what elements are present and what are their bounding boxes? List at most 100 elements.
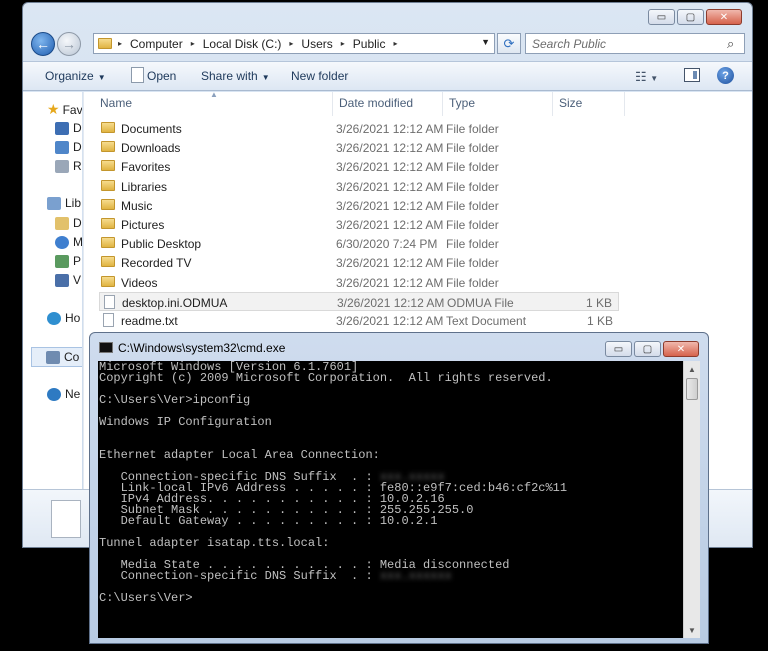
breadcrumb-separator[interactable]: ▸ — [191, 39, 195, 48]
file-icon — [103, 313, 114, 327]
nav-label: D — [73, 140, 82, 154]
refresh-button[interactable]: ⟳ — [497, 33, 521, 54]
file-date: 3/26/2021 12:12 AM — [336, 198, 444, 213]
breadcrumb-public[interactable]: Public — [353, 37, 386, 51]
address-bar[interactable]: ▸ Computer ▸ Local Disk (C:) ▸ Users ▸ P… — [93, 33, 495, 54]
file-date: 3/26/2021 12:12 AM — [336, 141, 444, 156]
file-type: File folder — [446, 256, 499, 271]
nav-downloads[interactable]: D — [55, 140, 82, 154]
close-button[interactable]: ✕ — [663, 341, 699, 357]
nav-homegroup[interactable]: Ho — [47, 311, 80, 325]
table-row[interactable]: Pictures 3/26/2021 12:12 AM File folder — [99, 215, 619, 234]
file-date: 3/26/2021 12:12 AM — [336, 256, 444, 271]
minimize-button[interactable]: ▭ — [648, 9, 675, 25]
nav-label: D — [73, 121, 82, 135]
search-icon[interactable]: ⌕ — [727, 36, 738, 52]
table-row[interactable]: Videos 3/26/2021 12:12 AM File folder — [99, 273, 619, 292]
folder-icon — [101, 122, 115, 133]
search-input[interactable]: Search Public — [525, 33, 745, 54]
open-button[interactable]: Open — [147, 69, 176, 83]
console-line: C:\Users\Ver>ipconfig — [99, 394, 685, 406]
console-line: C:\Users\Ver> — [99, 591, 685, 605]
cmd-titlebar[interactable]: C:\Windows\system32\cmd.exe ▭ ▢ ✕ — [90, 333, 708, 361]
chevron-down-icon: ▼ — [97, 73, 106, 82]
breadcrumb-separator[interactable]: ▸ — [118, 39, 122, 48]
table-row[interactable]: Recorded TV 3/26/2021 12:12 AM File folder — [99, 253, 619, 272]
scrollbar-thumb[interactable] — [686, 378, 698, 400]
nav-network[interactable]: Ne — [47, 387, 80, 401]
breadcrumb-separator[interactable]: ▸ — [341, 39, 345, 48]
nav-desktop[interactable]: D — [55, 121, 82, 135]
file-type: File folder — [446, 122, 499, 136]
organize-button[interactable]: Organize ▼ — [45, 69, 106, 83]
redacted-text: xxx.xxxxx — [379, 470, 445, 484]
scroll-down-icon[interactable]: ▼ — [684, 622, 700, 638]
nav-computer[interactable]: Co — [31, 347, 82, 367]
breadcrumb-separator[interactable]: ▸ — [289, 39, 293, 48]
breadcrumb-computer[interactable]: Computer — [130, 37, 183, 51]
desktop-icon — [55, 121, 69, 135]
column-header-size[interactable]: Size — [553, 92, 625, 116]
nav-libraries[interactable]: Lib — [47, 196, 81, 210]
file-name: Documents — [121, 122, 182, 136]
console-line: Copyright (c) 2009 Microsoft Corporation… — [99, 372, 685, 384]
breadcrumb-local-disk[interactable]: Local Disk (C:) — [203, 37, 282, 51]
table-row[interactable]: Documents 3/26/2021 12:12 AM File folder — [99, 119, 619, 138]
folder-icon — [101, 237, 115, 249]
table-row[interactable]: Downloads 3/26/2021 12:12 AM File folder — [99, 138, 619, 157]
nav-music[interactable]: M — [55, 235, 82, 249]
share-with-button[interactable]: Share with ▼ — [201, 69, 270, 83]
maximize-button[interactable]: ▢ — [634, 341, 661, 357]
cmd-caption-buttons: ▭ ▢ ✕ — [605, 341, 699, 357]
file-type: File folder — [446, 141, 499, 156]
table-row[interactable]: Favorites 3/26/2021 12:12 AM File folder — [99, 157, 619, 176]
nav-pictures[interactable]: P — [55, 254, 81, 268]
column-header-type[interactable]: Type — [443, 92, 553, 116]
table-row[interactable]: Public Desktop 6/30/2020 7:24 PM File fold… — [99, 234, 619, 253]
scroll-up-icon[interactable]: ▲ — [684, 361, 700, 377]
file-name: readme.txt — [121, 314, 178, 328]
breadcrumb-separator[interactable]: ▸ — [393, 39, 397, 48]
breadcrumb-users[interactable]: Users — [301, 37, 332, 51]
column-header-name[interactable]: Name — [94, 92, 333, 116]
console-text: C:\Users\Ver> — [99, 591, 193, 605]
preview-pane-button[interactable] — [684, 68, 700, 82]
console-output[interactable]: Microsoft Windows [Version 6.1.7601] Copy… — [98, 361, 685, 638]
folder-icon — [101, 218, 115, 229]
downloads-icon — [55, 140, 69, 154]
change-view-button[interactable]: ☷ ▼ — [635, 69, 658, 85]
nav-favorites[interactable]: ★ Fav — [47, 101, 82, 118]
nav-label: Lib — [65, 196, 82, 210]
table-row[interactable]: desktop.ini.ODMUA 3/26/2021 12:12 AM ODMUA… — [99, 291, 619, 311]
table-row[interactable]: Libraries 3/26/2021 12:12 AM File folder — [99, 177, 619, 196]
nav-documents[interactable]: D — [55, 216, 82, 230]
close-button[interactable]: ✕ — [706, 9, 742, 25]
nav-label: Co — [64, 350, 80, 364]
table-row[interactable]: readme.txt 3/26/2021 12:12 AM Text Documen… — [99, 311, 619, 330]
file-name: Videos — [121, 275, 158, 290]
forward-arrow-icon: → — [62, 36, 76, 52]
file-name: Recorded TV — [121, 256, 192, 271]
console-icon — [99, 342, 113, 353]
maximize-button[interactable]: ▢ — [677, 9, 704, 25]
table-row[interactable]: Music 3/26/2021 12:12 AM File folder — [99, 196, 619, 215]
nav-label: Ne — [65, 387, 81, 401]
nav-recent-places[interactable]: R — [55, 159, 82, 173]
file-date: 3/26/2021 12:12 AM — [336, 122, 444, 136]
forward-button[interactable]: → — [57, 32, 81, 56]
folder-icon — [101, 256, 115, 268]
help-button[interactable]: ? — [717, 67, 734, 84]
cmd-window: C:\Windows\system32\cmd.exe ▭ ▢ ✕ Micros… — [89, 332, 709, 644]
console-line: Ethernet adapter Local Area Connection: — [99, 449, 685, 461]
back-button[interactable]: ← — [31, 32, 55, 56]
file-name: Music — [121, 198, 153, 213]
column-header-date[interactable]: Date modified — [333, 92, 443, 116]
chevron-down-icon: ▼ — [650, 74, 659, 83]
open-file-icon — [131, 67, 144, 83]
scrollbar[interactable]: ▲ ▼ — [683, 361, 700, 638]
address-dropdown-icon[interactable]: ▼ — [481, 37, 490, 47]
refresh-icon: ⟳ — [503, 35, 515, 51]
nav-videos[interactable]: V — [55, 273, 81, 287]
new-folder-button[interactable]: New folder — [291, 69, 348, 83]
minimize-button[interactable]: ▭ — [605, 341, 632, 357]
